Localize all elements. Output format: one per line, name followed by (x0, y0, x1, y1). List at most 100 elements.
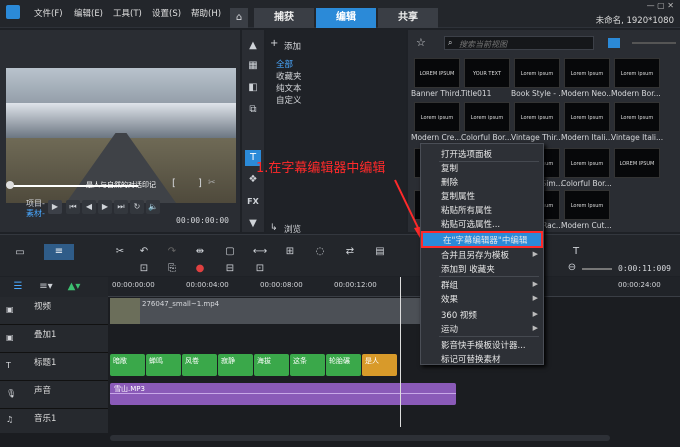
home-tab-icon[interactable]: ⌂ (230, 8, 248, 28)
cut-icon[interactable]: ✂ (208, 178, 216, 188)
mark-out-icon[interactable]: ] (198, 178, 202, 189)
window-controls[interactable]: — ▢ ✕ (647, 1, 674, 10)
playhead[interactable] (400, 277, 401, 427)
add-category-button[interactable]: 添加 (284, 40, 301, 52)
thumb-size-slider[interactable] (632, 42, 676, 44)
volume-button[interactable]: 🔈 (146, 200, 160, 214)
title-thumbnail[interactable]: LOREM IPSUM (614, 148, 660, 178)
tab-capture[interactable]: 捕获 (254, 8, 314, 28)
context-menu-item[interactable]: 复制属性 (421, 189, 543, 202)
category-plain-text[interactable]: 纯文本 (276, 82, 302, 94)
menu-file[interactable]: 文件(F) (34, 7, 63, 19)
title-clip[interactable]: 海拔 (254, 354, 289, 376)
timeline-view-icon[interactable]: ≡ (44, 244, 74, 260)
record-icon[interactable]: ⊡ (136, 262, 152, 276)
timeline-ruler[interactable]: 00:00:00:00 00:00:04:00 00:00:08:00 00:0… (108, 277, 680, 297)
fx-icon[interactable]: FX (245, 194, 261, 210)
title-clip[interactable]: 风卷 (182, 354, 217, 376)
scrub-handle[interactable] (6, 181, 14, 189)
scroll-down-icon[interactable]: ▼ (245, 216, 261, 232)
media-icon[interactable]: ▦ (245, 58, 261, 74)
menu-help[interactable]: 帮助(H) (191, 7, 221, 19)
title-thumbnail[interactable]: Lorem Ipsum (614, 102, 660, 132)
timeline-scrollbar[interactable] (110, 435, 610, 441)
menu-tools[interactable]: 工具(T) (113, 7, 142, 19)
video-clip[interactable]: 276047_small~1.mp4 (110, 298, 450, 324)
title-clip[interactable]: 是人 (362, 354, 397, 376)
effect-icon[interactable]: ▤ (372, 244, 388, 260)
context-menu-item[interactable]: 影音快手模板设计器... (421, 338, 543, 351)
track-manager-icon[interactable]: ☰ (10, 279, 26, 295)
category-favorites[interactable]: 收藏夹 (276, 70, 302, 82)
add-icon[interactable]: + (270, 38, 278, 49)
home-button[interactable]: ⏮ (66, 200, 80, 214)
title-thumbnail[interactable]: Lorem ipsum (564, 148, 610, 178)
text-icon[interactable]: T (568, 244, 584, 260)
context-menu-item[interactable]: 群组 ▶ (421, 278, 543, 291)
context-menu-item[interactable]: 效果 ▶ (421, 292, 543, 305)
context-menu-item[interactable]: 添加到 收藏夹 (421, 262, 543, 275)
snap-icon[interactable]: ⊟ (222, 262, 238, 276)
grid-view-button[interactable] (608, 38, 620, 48)
zoom-slider[interactable] (582, 268, 612, 270)
category-all[interactable]: 全部 (276, 58, 293, 70)
title-thumbnail[interactable]: YOUR TEXT (464, 58, 510, 88)
menu-settings[interactable]: 设置(S) (152, 7, 181, 19)
context-menu-item[interactable]: 360 视频 ▶ (421, 308, 543, 321)
menu-edit[interactable]: 编辑(E) (74, 7, 103, 19)
fit-icon[interactable]: ⇹ (192, 244, 208, 260)
next-frame-button[interactable]: ▶ (98, 200, 112, 214)
title-thumbnail[interactable]: Lorem ipsum (464, 102, 510, 132)
context-menu-item[interactable]: 在"字幕编辑器"中编辑 (421, 231, 543, 248)
search-input[interactable]: ⌕ 搜索当前视图 (444, 36, 594, 50)
context-menu-item[interactable]: 粘贴可选属性... (421, 217, 543, 230)
end-button[interactable]: ⏭ (114, 200, 128, 214)
track-icon[interactable]: ⊞ (282, 244, 298, 260)
toolbox-icon[interactable]: ✂ (112, 244, 128, 260)
chapter-icon[interactable]: ≡▾ (38, 279, 54, 295)
title-thumbnail[interactable]: Lorem ipsum (614, 58, 660, 88)
title-thumbnail[interactable]: Lorem ipsum (514, 58, 560, 88)
storyboard-view-icon[interactable]: ▭ (12, 245, 28, 261)
title-thumbnail[interactable]: Lorem Ipsum (564, 58, 610, 88)
preview-timecode[interactable]: 00:00:00:00 (176, 216, 229, 225)
title-thumbnail[interactable]: Lorem Ipsum (564, 102, 610, 132)
category-custom[interactable]: 自定义 (276, 94, 302, 106)
undo-icon[interactable]: ↶ (136, 244, 152, 260)
title-clip[interactable]: 蝉鸣 (146, 354, 181, 376)
title-clip[interactable]: 暗敞 (110, 354, 145, 376)
star-icon[interactable]: ☆ (416, 36, 426, 49)
zoom-out-icon[interactable]: ⊖ (564, 261, 580, 275)
title-clip[interactable]: 寂静 (218, 354, 253, 376)
capture-icon[interactable]: ⎘ (164, 262, 180, 276)
mode-clip[interactable]: 素材- (26, 208, 45, 219)
tab-share[interactable]: 共享 (378, 8, 438, 28)
instant-project-icon[interactable]: ◧ (245, 80, 261, 96)
context-menu-item[interactable]: 复制 (421, 161, 543, 174)
context-menu-item[interactable]: 粘贴所有属性 (421, 203, 543, 216)
scroll-up-icon[interactable]: ▲ (245, 38, 261, 54)
crop-icon[interactable]: ▢ (222, 244, 238, 260)
audio-clip[interactable]: 雪山.MP3 (110, 383, 456, 405)
browse-icon[interactable]: ↳ (270, 223, 278, 233)
tab-edit[interactable]: 编辑 (316, 8, 376, 28)
repeat-button[interactable]: ↻ (130, 200, 144, 214)
title-thumbnail[interactable]: Lorem Ipsum (564, 190, 610, 220)
marker-icon[interactable]: ⊡ (252, 262, 268, 276)
split-icon[interactable]: ⟷ (252, 244, 268, 260)
mark-in-icon[interactable]: [ (172, 178, 176, 189)
motion-icon[interactable]: ⇄ (342, 244, 358, 260)
context-menu-item[interactable]: 合并且另存为模板 ▶ (421, 248, 543, 261)
title-thumbnail[interactable]: Lorem ipsum (514, 102, 560, 132)
title-thumbnail[interactable]: Lorem ipsum (414, 102, 460, 132)
add-marker-icon[interactable]: ▲▾ (66, 279, 82, 295)
context-menu-item[interactable]: 运动 ▶ (421, 322, 543, 335)
transition-icon[interactable]: ⧉ (245, 102, 261, 118)
scrub-bar[interactable] (10, 185, 138, 187)
redo-icon[interactable]: ↷ (164, 244, 180, 260)
title-thumbnail[interactable]: LOREM IPSUM (414, 58, 460, 88)
context-menu-item[interactable]: 标记可替换素材 (421, 352, 543, 365)
title-clip[interactable]: 这条 (290, 354, 325, 376)
context-menu-item[interactable]: 删除 (421, 175, 543, 188)
timeline-timecode[interactable]: 0:00:11:009 (618, 264, 671, 273)
